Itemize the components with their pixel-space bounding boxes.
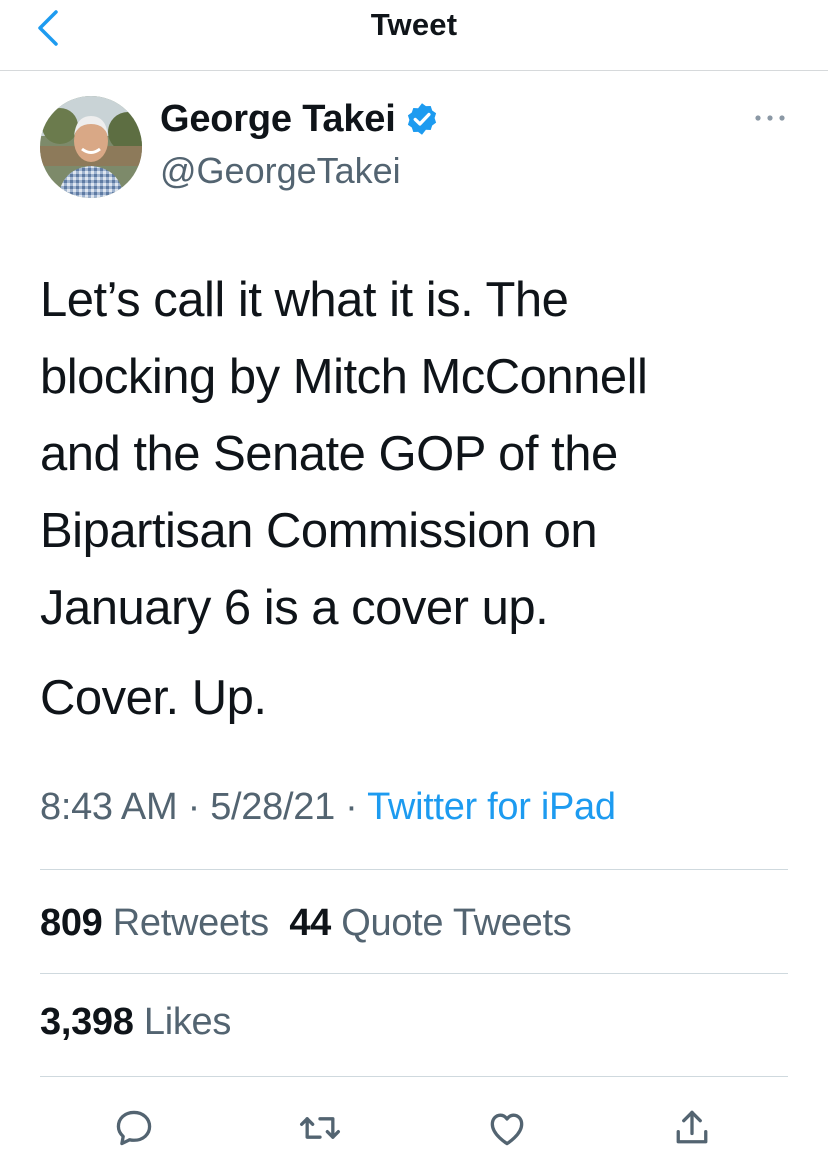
quotes-count: 44 (289, 902, 331, 944)
tweet-text-second-paragraph: Cover. Up. (40, 671, 267, 725)
quotes-label: Quote Tweets (341, 902, 572, 944)
tweet-text-line: Bipartisan Commission on (40, 504, 598, 558)
tweet-time: 8:43 AM (40, 786, 178, 828)
like-icon[interactable] (485, 1106, 529, 1150)
tweet-text-line: Let’s call it what it is. The (40, 273, 569, 327)
likes-stat-row: 3,398 Likes (40, 1001, 231, 1044)
tweet-meta: 8:43 AM · 5/28/21 · Twitter for iPad (40, 786, 616, 829)
author-name[interactable]: George Takei (160, 98, 396, 141)
tweet-source-link[interactable]: Twitter for iPad (367, 786, 616, 828)
retweets-label: Retweets (112, 902, 269, 944)
quote-tweets-stat[interactable]: 44 Quote Tweets (289, 902, 571, 944)
divider (40, 973, 788, 974)
page-title: Tweet (370, 7, 458, 42)
divider (40, 869, 788, 870)
likes-stat[interactable]: 3,398 Likes (40, 1001, 231, 1043)
retweet-icon[interactable] (298, 1106, 342, 1150)
tweet-text-line: and the Senate GOP of the (40, 427, 618, 481)
retweets-stat[interactable]: 809 Retweets (40, 902, 269, 944)
likes-label: Likes (143, 1001, 232, 1043)
tweet-text: Let’s call it what it is. The blocking b… (40, 262, 800, 647)
avatar-photo (40, 96, 142, 198)
engagement-stats-row: 809 Retweets 44 Quote Tweets (40, 902, 572, 945)
more-options-icon[interactable] (752, 104, 788, 132)
meta-separator: · (345, 786, 358, 828)
share-icon[interactable] (670, 1106, 714, 1150)
avatar[interactable] (40, 96, 142, 198)
reply-icon[interactable] (112, 1106, 156, 1150)
tweet-text-line: blocking by Mitch McConnell (40, 350, 648, 404)
tweet-actions-bar (0, 1100, 828, 1160)
retweets-count: 809 (40, 902, 103, 944)
verified-badge-icon (407, 103, 436, 135)
likes-count: 3,398 (40, 1001, 134, 1043)
author-handle[interactable]: @GeorgeTakei (160, 150, 401, 192)
top-nav-bar: Tweet (0, 0, 828, 71)
meta-separator: · (187, 786, 201, 828)
author-name-row: George Takei (160, 96, 440, 142)
tweet-date: 5/28/21 (210, 786, 335, 828)
divider (40, 1076, 788, 1077)
tweet-text-line: January 6 is a cover up. (40, 581, 549, 635)
